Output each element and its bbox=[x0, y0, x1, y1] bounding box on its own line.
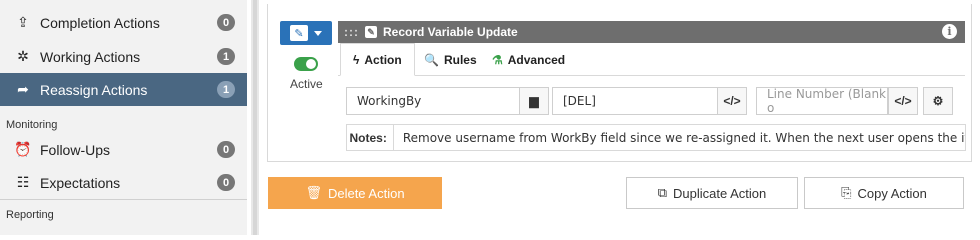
count-badge: 0 bbox=[217, 14, 235, 31]
button-label: Delete Action bbox=[327, 185, 405, 201]
tab-label: Action bbox=[364, 52, 402, 67]
sidebar-divider bbox=[0, 199, 247, 200]
button-label: Copy Action bbox=[857, 185, 927, 201]
count-badge: 0 bbox=[217, 174, 235, 191]
code-button[interactable]: </> bbox=[717, 87, 747, 115]
checklist-icon: ☷ bbox=[16, 174, 30, 190]
section-heading-monitoring: Monitoring bbox=[6, 119, 58, 131]
alarm-clock-icon: ⏰ bbox=[14, 141, 32, 157]
info-icon[interactable]: i bbox=[942, 24, 957, 39]
tab-label: Rules bbox=[443, 52, 477, 67]
chevron-down-icon bbox=[314, 30, 322, 36]
flask-icon: ⚗ bbox=[492, 52, 503, 67]
code-button[interactable]: </> bbox=[888, 87, 918, 115]
section-heading-reporting: Reporting bbox=[6, 209, 54, 221]
share-arrow-icon: ➦ bbox=[17, 81, 29, 97]
sidebar-item-expectations[interactable]: ☷ Expectations 0 bbox=[0, 166, 247, 199]
tab-bar: ϟ Action 🔍 Rules ⚗ Advanced bbox=[338, 43, 965, 76]
count-badge: 0 bbox=[217, 141, 235, 158]
folder-icon: ▆ bbox=[529, 94, 539, 108]
toggle-knob bbox=[306, 59, 316, 69]
tab-rules[interactable]: 🔍 Rules bbox=[424, 43, 477, 76]
count-badge: 1 bbox=[217, 81, 235, 98]
settings-button[interactable]: ⚙ bbox=[923, 87, 953, 115]
folder-browse-button[interactable]: ▆ bbox=[519, 87, 549, 115]
splitter-bar bbox=[253, 0, 257, 235]
active-label: Active bbox=[290, 77, 323, 91]
delete-action-button[interactable]: 🗑 Delete Action bbox=[268, 177, 442, 209]
gear-icon: ⚙ bbox=[932, 94, 944, 108]
sidebar-item-label: Expectations bbox=[40, 174, 121, 191]
sidebar-item-label: Working Actions bbox=[40, 48, 141, 65]
value-field[interactable]: [DEL] bbox=[552, 87, 718, 115]
search-rules-icon: 🔍 bbox=[424, 52, 439, 67]
sidebar-item-reassign-actions[interactable]: ➦ Reassign Actions 1 bbox=[0, 73, 247, 106]
sidebar-item-label: Reassign Actions bbox=[40, 81, 148, 98]
drag-handle-icon[interactable]: ::: bbox=[344, 25, 359, 39]
bolt-icon: ϟ bbox=[353, 52, 360, 67]
duplicate-icon: ⧉ bbox=[657, 185, 668, 200]
tools-icon: ✲ bbox=[17, 48, 29, 64]
clipboard-upload-icon: ⇪ bbox=[17, 14, 29, 30]
action-header: ::: ✎ Record Variable Update i bbox=[338, 21, 965, 43]
notes-label: Notes: bbox=[347, 125, 394, 150]
sidebar: ⇪ Completion Actions 0 ✲ Working Actions… bbox=[0, 0, 247, 235]
tab-label: Advanced bbox=[507, 52, 566, 67]
count-badge: 1 bbox=[217, 48, 235, 65]
trash-icon: 🗑 bbox=[305, 185, 322, 200]
sidebar-item-completion-actions[interactable]: ⇪ Completion Actions 0 bbox=[0, 6, 247, 39]
pencil-icon: ✎ bbox=[365, 26, 377, 38]
tab-action[interactable]: ϟ Action bbox=[340, 43, 415, 76]
sidebar-item-label: Follow-Ups bbox=[40, 141, 111, 158]
sidebar-item-follow-ups[interactable]: ⏰ Follow-Ups 0 bbox=[0, 133, 247, 166]
panel-splitter[interactable] bbox=[251, 0, 259, 235]
button-label: Duplicate Action bbox=[673, 185, 767, 201]
notes-row: Notes: Remove username from WorkBy field… bbox=[346, 124, 966, 151]
sidebar-item-working-actions[interactable]: ✲ Working Actions 1 bbox=[0, 40, 247, 73]
code-icon: </> bbox=[723, 94, 741, 108]
notes-input[interactable]: Remove username from WorkBy field since … bbox=[394, 131, 965, 145]
duplicate-action-button[interactable]: ⧉ Duplicate Action bbox=[626, 177, 798, 209]
copy-icon: ⎘ bbox=[841, 185, 852, 200]
pencil-icon: ✎ bbox=[290, 25, 308, 41]
action-title: Record Variable Update bbox=[383, 25, 518, 39]
edit-menu-button[interactable]: ✎ bbox=[280, 21, 332, 45]
tab-advanced[interactable]: ⚗ Advanced bbox=[492, 43, 565, 76]
code-icon: </> bbox=[894, 94, 912, 108]
variable-field[interactable]: WorkingBy bbox=[346, 87, 520, 115]
active-toggle[interactable] bbox=[294, 57, 318, 71]
copy-action-button[interactable]: ⎘ Copy Action bbox=[804, 177, 964, 209]
sidebar-item-label: Completion Actions bbox=[40, 14, 160, 31]
line-number-input[interactable]: Line Number (Blank o bbox=[756, 87, 888, 115]
